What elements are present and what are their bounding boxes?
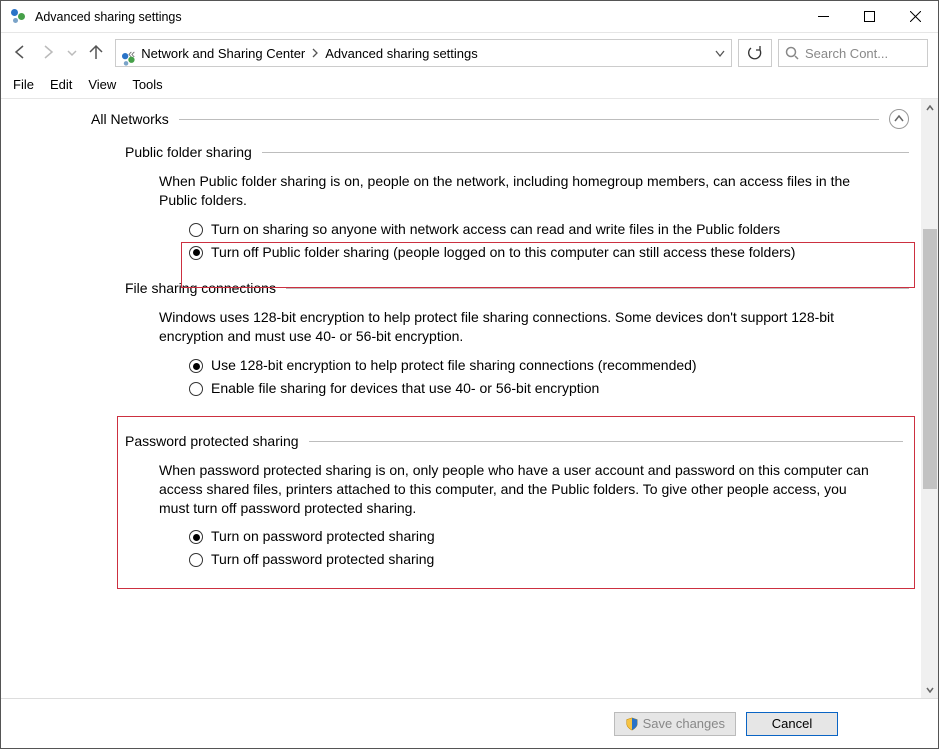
minimize-button[interactable] <box>800 1 846 32</box>
radio-label: Turn on sharing so anyone with network a… <box>211 220 780 239</box>
shield-icon <box>625 717 639 731</box>
menu-tools[interactable]: Tools <box>132 77 162 92</box>
menu-bar: File Edit View Tools <box>1 73 938 99</box>
network-center-icon <box>11 9 27 25</box>
menu-edit[interactable]: Edit <box>50 77 72 92</box>
search-input[interactable]: Search Cont... <box>778 39 928 67</box>
chevron-down-icon[interactable] <box>715 46 725 61</box>
search-icon <box>785 46 799 60</box>
search-placeholder: Search Cont... <box>805 46 888 61</box>
radio-4056bit-encryption[interactable]: Enable file sharing for devices that use… <box>189 379 909 398</box>
navigation-toolbar: « Network and Sharing Center Advanced sh… <box>1 33 938 73</box>
save-changes-button[interactable]: Save changes <box>614 712 736 736</box>
section-description: Windows uses 128-bit encryption to help … <box>159 308 879 346</box>
radio-label: Enable file sharing for devices that use… <box>211 379 599 398</box>
forward-button[interactable] <box>39 43 57 64</box>
vertical-scrollbar[interactable] <box>921 99 938 698</box>
section-description: When password protected sharing is on, o… <box>159 461 873 518</box>
window-title: Advanced sharing settings <box>35 10 182 24</box>
radio-password-sharing-off[interactable]: Turn off password protected sharing <box>189 550 903 569</box>
footer-buttons: Save changes Cancel <box>1 698 938 748</box>
section-file-sharing-connections: File sharing connections Windows uses 12… <box>125 279 909 397</box>
radio-password-sharing-on[interactable]: Turn on password protected sharing <box>189 527 903 546</box>
collapse-icon[interactable] <box>889 109 909 129</box>
maximize-button[interactable] <box>846 1 892 32</box>
section-public-folder-sharing: Public folder sharing When Public folder… <box>125 143 909 261</box>
section-heading: Public folder sharing <box>125 143 252 162</box>
address-bar[interactable]: « Network and Sharing Center Advanced sh… <box>115 39 732 67</box>
scroll-down-icon[interactable] <box>921 681 938 698</box>
radio-label: Turn on password protected sharing <box>211 527 435 546</box>
scroll-thumb[interactable] <box>923 229 937 489</box>
back-button[interactable] <box>11 43 29 64</box>
refresh-button[interactable] <box>738 39 772 67</box>
button-label: Cancel <box>772 716 812 731</box>
section-heading: File sharing connections <box>125 279 276 298</box>
radio-label: Turn off password protected sharing <box>211 550 434 569</box>
profile-label: All Networks <box>91 110 169 129</box>
profile-header-all-networks[interactable]: All Networks <box>91 109 909 129</box>
button-label: Save changes <box>643 716 725 731</box>
radio-label: Turn off Public folder sharing (people l… <box>211 243 795 262</box>
recent-dropdown[interactable] <box>67 46 77 61</box>
cancel-button[interactable]: Cancel <box>746 712 838 736</box>
chevron-right-icon <box>311 46 319 61</box>
radio-128bit-encryption[interactable]: Use 128-bit encryption to help protect f… <box>189 356 909 375</box>
radio-label: Use 128-bit encryption to help protect f… <box>211 356 697 375</box>
section-description: When Public folder sharing is on, people… <box>159 172 879 210</box>
section-heading: Password protected sharing <box>125 432 299 451</box>
scroll-up-icon[interactable] <box>921 99 938 116</box>
up-button[interactable] <box>87 43 105 64</box>
radio-public-sharing-off[interactable]: Turn off Public folder sharing (people l… <box>189 243 909 262</box>
section-password-protected-sharing: Password protected sharing When password… <box>125 416 909 589</box>
window-titlebar: Advanced sharing settings <box>1 1 938 33</box>
breadcrumb-item[interactable]: Advanced sharing settings <box>325 46 477 61</box>
menu-file[interactable]: File <box>13 77 34 92</box>
menu-view[interactable]: View <box>88 77 116 92</box>
content-pane: All Networks Public folder sharing When … <box>1 99 921 698</box>
close-button[interactable] <box>892 1 938 32</box>
breadcrumb-item[interactable]: Network and Sharing Center <box>141 46 305 61</box>
radio-public-sharing-on[interactable]: Turn on sharing so anyone with network a… <box>189 220 909 239</box>
